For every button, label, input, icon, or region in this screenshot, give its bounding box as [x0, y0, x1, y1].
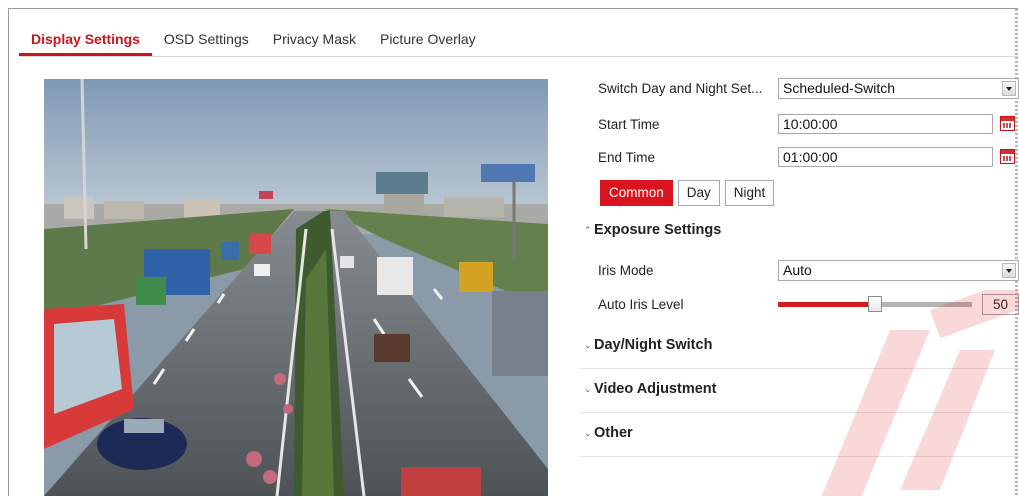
chevron-down-icon[interactable] [1002, 81, 1016, 96]
tab-display-settings[interactable]: Display Settings [19, 29, 152, 56]
section-divider [580, 456, 1019, 457]
end-time-input[interactable] [778, 147, 993, 167]
auto-iris-level-slider[interactable] [778, 296, 972, 312]
start-time-label: Start Time [598, 117, 660, 132]
chevron-up-icon: ⌃ [584, 224, 592, 235]
iris-mode-select[interactable]: Auto [778, 260, 1019, 281]
tab-osd-settings[interactable]: OSD Settings [152, 29, 261, 56]
tab-divider [19, 56, 1018, 57]
chevron-down-icon[interactable] [1002, 263, 1016, 278]
slider-handle[interactable] [868, 296, 882, 312]
switch-day-night-select[interactable]: Scheduled-Switch [778, 78, 1019, 99]
chevron-down-icon: ⌄ [584, 383, 592, 394]
iris-mode-value: Auto [783, 262, 812, 278]
auto-iris-level-label: Auto Iris Level [598, 297, 684, 312]
common-mode-button[interactable]: Common [600, 180, 673, 206]
auto-iris-level-value[interactable]: 50 [982, 294, 1019, 315]
switch-day-night-label: Switch Day and Night Set... [598, 81, 763, 96]
other-title: Other [594, 425, 633, 441]
chevron-down-icon: ⌄ [584, 339, 592, 350]
exposure-settings-title: Exposure Settings [594, 222, 722, 238]
other-header[interactable]: ⌄ Other [580, 413, 1019, 457]
day-mode-button[interactable]: Day [677, 180, 720, 206]
switch-day-night-value: Scheduled-Switch [783, 80, 896, 96]
slider-fill [778, 302, 875, 307]
mode-button-group: Common Day Night [600, 180, 775, 206]
start-time-row: Start Time [580, 114, 1019, 136]
video-adjustment-header[interactable]: ⌄ Video Adjustment [580, 369, 1019, 413]
exposure-settings-header[interactable]: ⌃ Exposure Settings [580, 210, 1019, 254]
switch-day-night-row: Switch Day and Night Set... Scheduled-Sw… [580, 78, 1019, 100]
iris-mode-row: Iris Mode Auto [580, 260, 1019, 282]
day-night-switch-header[interactable]: ⌄ Day/Night Switch [580, 325, 1019, 369]
iris-mode-label: Iris Mode [598, 263, 654, 278]
night-mode-button[interactable]: Night [724, 180, 775, 206]
day-night-switch-title: Day/Night Switch [594, 337, 713, 353]
start-time-input[interactable] [778, 114, 993, 134]
live-video-preview [44, 79, 548, 496]
end-time-label: End Time [598, 150, 656, 165]
calendar-icon[interactable] [1000, 149, 1015, 164]
chevron-down-icon: ⌄ [584, 427, 592, 438]
auto-iris-level-row: Auto Iris Level 50 [580, 294, 1019, 316]
tab-picture-overlay[interactable]: Picture Overlay [368, 29, 488, 56]
calendar-icon[interactable] [1000, 116, 1015, 131]
end-time-row: End Time [580, 147, 1019, 169]
tab-bar: Display Settings OSD Settings Privacy Ma… [19, 29, 488, 56]
tab-privacy-mask[interactable]: Privacy Mask [261, 29, 368, 56]
video-adjustment-title: Video Adjustment [594, 381, 717, 397]
